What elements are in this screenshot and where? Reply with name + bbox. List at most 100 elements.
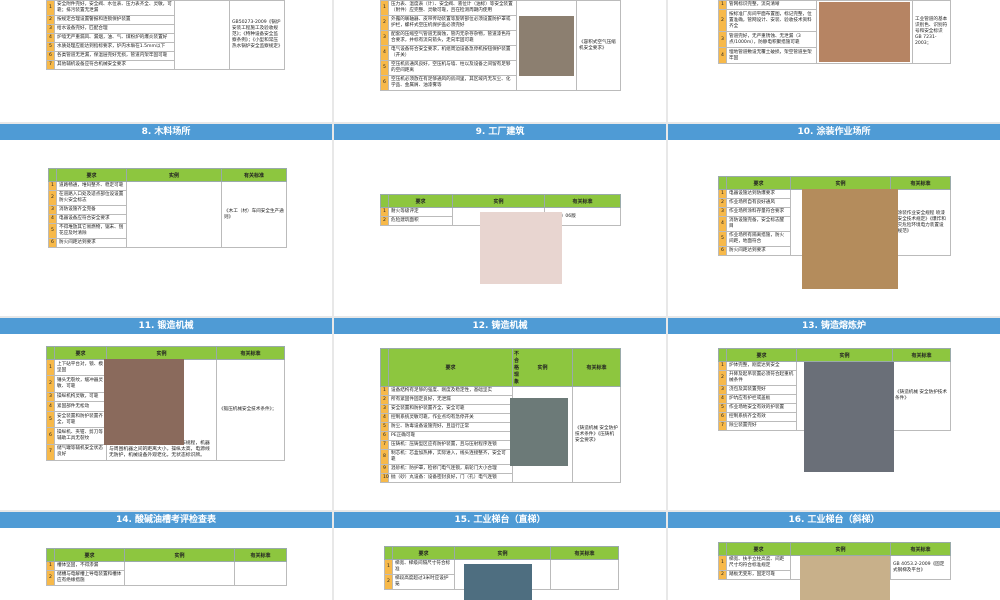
header-cell: 实例 [106,346,217,360]
row-number: 2 [384,574,393,590]
header-cell: 实例 [512,348,573,387]
row-number: 3 [380,404,389,414]
requirement-text: 作业场地安全有效的护装置 [726,403,797,413]
requirement-text: 空压机必须放在有足够通风的房间里，其区域内无灰尘、化学品、金属屑、油漆雾等 [388,75,517,91]
header-row: 要求 实例 有关标准 [380,194,621,208]
example-photo [510,398,568,466]
header-row: 要求 实例 有关标准 [46,346,285,360]
slide-title: 11. 锻造机械 [0,318,332,334]
row-number: 2 [718,570,727,580]
row-number: 5 [718,231,727,247]
header-number [718,176,727,190]
example-cell [126,181,222,248]
requirement-text: 防尘、防毒设备设施完好，且运行正常 [388,422,513,432]
row-number: 5 [46,411,55,429]
header-number [718,542,727,556]
example-photo [177,5,227,65]
requirement-text: 制芯机：芯盒加热棒，实际进入，线头连接整齐，安全可靠 [388,449,513,465]
header-number [46,346,55,360]
row-number: 5 [380,422,389,432]
requirements-table: 1 压力表、温度表（计）、安全阀、液位计（油标）等安全装置（附件）应完整、灵敏可靠… [380,0,621,91]
requirement-text: 电器设备应符合安全要求 [56,214,127,224]
header-cell: 实例 [124,548,235,562]
slide-14: 14. 酸碱油槽考评检查表 要求 实例 有关标准 1 槽体坚固，不得渗漏 2 储槽与电解槽上导… [0,512,332,600]
row-number: 4 [46,401,55,413]
row-number: 9 [380,464,389,474]
requirement-text: 消防设施完备，安全标志醒目 [726,216,791,232]
row-number: 1 [380,0,389,16]
example-cell [816,0,913,64]
standard-cell: GB50273-2009《锅炉安装工程施工及验收规范》；《特种设备安全监察条例》… [229,0,285,70]
row-number: 4 [718,394,727,404]
requirement-text: 升降及起吊装置必须符合起重机械条件 [726,370,797,386]
header-cell: 实例 [454,546,551,560]
requirement-text: 紧固部件无松动 [54,401,107,413]
row-number: 7 [46,60,55,70]
row-number: 4 [718,216,727,232]
requirement-text: 踏板无变形，固定可靠 [726,570,791,580]
requirement-text: 作业场所有隔离措施，防火间距，地面符合 [726,231,791,247]
requirement-text: 耐火等级评定 [388,207,453,217]
requirement-text: 作业场所自有良好通风 [726,198,791,208]
header-cell: 要求 [54,548,125,562]
standard-cell: 《容积式空气压缩机安全要求》 [576,0,621,91]
slide-title: 16. 工业梯台（斜梯） [668,512,1000,528]
row-number: 6 [46,427,55,445]
slide-title: 13. 铸造熔炼炉 [668,318,1000,334]
row-number: 1 [384,559,393,575]
header-row: 要求 实例 有关标准 [718,348,951,362]
row-number: 1 [46,358,55,377]
row-number: 3 [380,30,389,46]
header-cell: 要求 [726,176,791,190]
row-number: 2 [46,375,55,393]
requirement-text: 设备结构有足够的强度、刚度及稳定性，基础坚实 [388,386,513,396]
header-cell: 实例 [796,348,893,362]
row-number: 2 [718,198,727,208]
requirement-text: 埋地管道敷设无覆土破损，架空管道坐架牢固 [726,47,817,64]
header-cell: 有关标准 [572,348,621,387]
header-cell: 有关标准 [234,548,287,562]
header-row: 要求 实例 有关标准 [384,546,619,560]
row-number: 2 [380,15,389,31]
header-number [718,348,727,362]
row-number: 2 [380,216,389,226]
header-row: 要求 实例 有关标准 [718,176,951,190]
requirement-text: 空压机房通风良好，空压机与墙、柱以及设备之间留有足够的空间距离 [388,60,517,76]
header-cell: 要求 [726,542,791,556]
row-number: 6 [718,412,727,422]
requirement-text: 安全附件完好，安全阀、水位表、压力表齐全、灵敏，可靠；排污装置无泄漏 [54,0,175,16]
requirements-table: 1 安全附件完好，安全阀、水位表、压力表齐全、灵敏，可靠；排污装置无泄漏 GB502… [46,0,285,70]
standard-cell [550,559,619,590]
row-number: 4 [48,214,57,224]
row-number: 6 [380,75,389,91]
requirement-text: 除尘装置完好 [726,421,797,431]
slide-title: 8. 木料场所 [0,124,332,140]
requirement-text: 消防设施齐全完备 [56,205,127,215]
slide-8: 8. 木料场所 要求 实例 有关标准 1 道路畅通，堆码整齐、稳定可靠 《木工（材）车间安全… [0,124,332,316]
example-photo [104,359,184,445]
row-number: 3 [718,385,727,395]
requirement-text: 储气罐等辅机安全状态良好 [54,443,107,462]
slide-title: 14. 酸碱油槽考评检查表 [0,512,332,528]
requirement-text: 管网标识完整，流向清晰 [726,0,817,11]
row-number: 10 [380,473,389,483]
row-number: 2 [380,395,389,405]
row-number: 5 [380,60,389,76]
requirement-text: 炉坑应有护栏或盖板 [726,394,797,404]
row-number: 1 [718,0,727,11]
row-number: 1 [380,386,389,396]
standard-cell: 《涂装作业安全规程 喷漆室安全技术规定》《爆炸和火灾危险环境电力装置设计规范》 [890,189,951,256]
row-number: 1 [718,361,727,371]
requirement-text: 按标准厂房间平面布置图，标记完整，位置准确，管网设计、安装、验收技术资料齐全 [726,9,817,33]
standard-cell: 《铸造机械 安全防护技术条件》 [892,361,951,431]
row-number: 4 [380,45,389,61]
requirement-text: 炉体完整，刚度达到安全 [726,361,797,371]
requirement-text: 混砂机：防护罩，检修门电气连锁，扇轮门大小合理 [388,464,513,474]
requirement-text: 控制系统灵敏可靠，作业点均有急停开关 [388,413,513,423]
standard-cell [234,561,287,586]
row-number: 3 [46,391,55,403]
requirement-text: 槽体坚固，不得渗漏 [54,561,125,571]
requirement-text: 所有紧固件固定良好，无泄漏 [388,395,513,405]
header-cell: 有关标准 [892,348,951,362]
slide-9: 9. 工厂建筑要求实例有关标准1耐火等级评定《建规》06版2危险建筑面积 [334,124,666,316]
